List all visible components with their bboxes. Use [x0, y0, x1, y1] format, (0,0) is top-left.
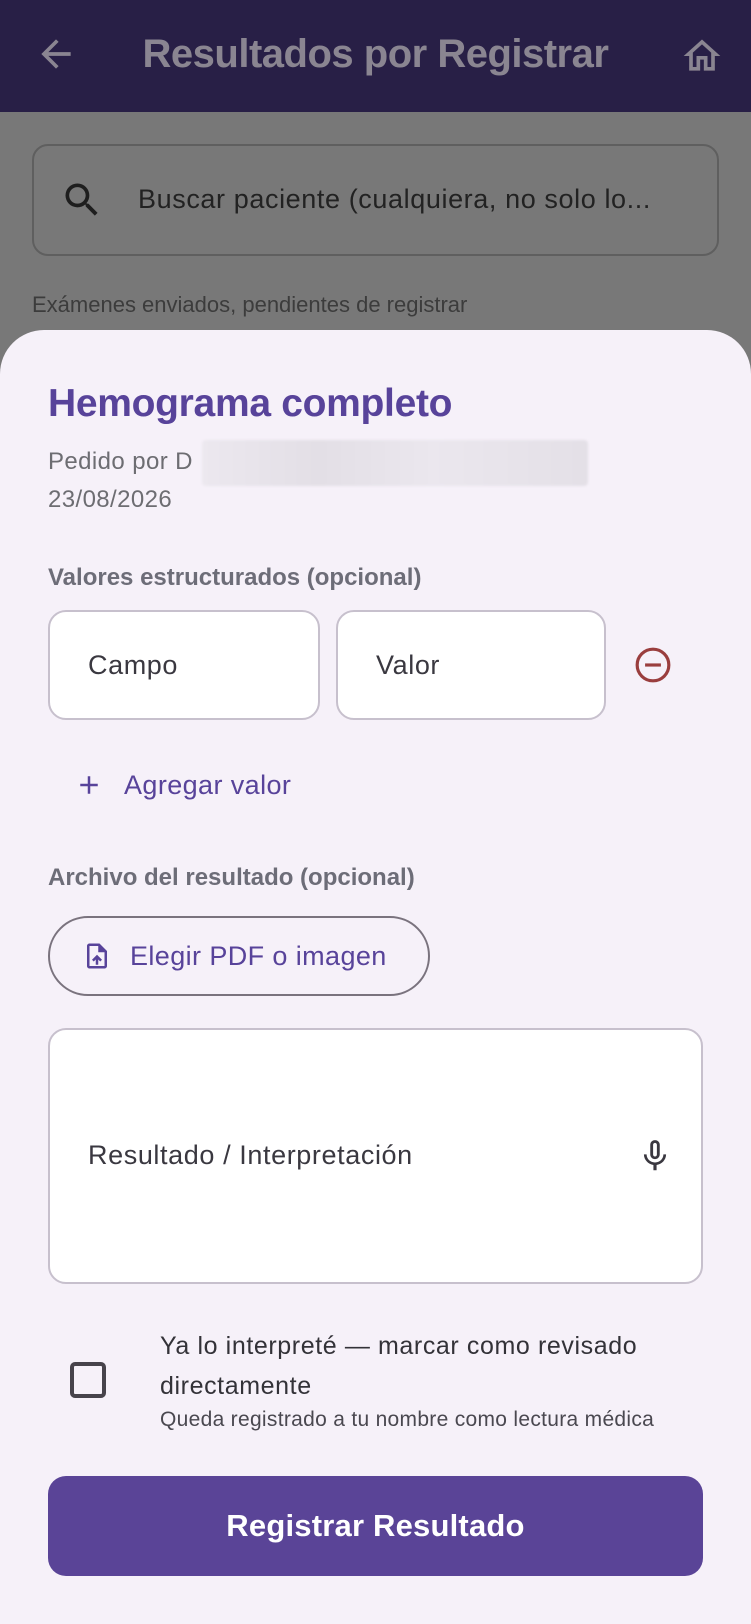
order-date: 23/08/2026 — [48, 486, 173, 513]
add-value-label: Agregar valor — [124, 769, 292, 800]
field-value-input[interactable]: Valor — [336, 610, 606, 720]
home-icon[interactable] — [680, 34, 724, 78]
result-interpretation-textarea[interactable]: Resultado / Interpretación — [48, 1028, 703, 1284]
redacted-doctor-name — [202, 440, 588, 486]
search-icon — [65, 183, 98, 216]
microphone-icon[interactable] — [636, 1134, 674, 1178]
add-value-button[interactable]: Agregar valor — [74, 760, 291, 810]
file-upload-icon — [87, 943, 107, 969]
exam-title: Hemograma completo — [48, 382, 453, 425]
search-placeholder: Buscar paciente (cualquiera, no solo lo.… — [138, 184, 651, 214]
mark-reviewed-sublabel: Queda registrado a tu nombre como lectur… — [160, 1408, 655, 1431]
patient-search-field[interactable]: Buscar paciente (cualquiera, no solo lo.… — [32, 144, 719, 256]
page-title: Resultados por Registrar — [142, 32, 609, 76]
field-name-placeholder: Campo — [88, 650, 179, 680]
result-placeholder: Resultado / Interpretación — [88, 1140, 413, 1170]
result-file-label: Archivo del resultado (opcional) — [48, 864, 415, 891]
structured-values-label: Valores estructurados (opcional) — [48, 564, 422, 591]
app-bar: Resultados por Registrar — [0, 0, 751, 112]
remove-value-icon[interactable] — [634, 646, 672, 684]
field-name-input[interactable]: Campo — [48, 610, 320, 720]
register-result-label: Registrar Resultado — [226, 1508, 525, 1543]
ordered-by-text: Pedido por D — [48, 448, 193, 475]
plus-icon — [80, 776, 98, 794]
mark-reviewed-label[interactable]: Ya lo interpreté — marcar como revisado … — [160, 1326, 700, 1406]
choose-file-label: Elegir PDF o imagen — [130, 940, 387, 971]
choose-file-button[interactable]: Elegir PDF o imagen — [48, 916, 430, 996]
register-result-sheet: Hemograma completo Pedido por D 23/08/20… — [0, 330, 751, 1624]
mark-reviewed-checkbox[interactable] — [70, 1362, 106, 1398]
pending-exams-caption: Exámenes enviados, pendientes de registr… — [32, 292, 468, 317]
register-result-button[interactable]: Registrar Resultado — [48, 1476, 703, 1576]
field-value-placeholder: Valor — [376, 650, 441, 680]
